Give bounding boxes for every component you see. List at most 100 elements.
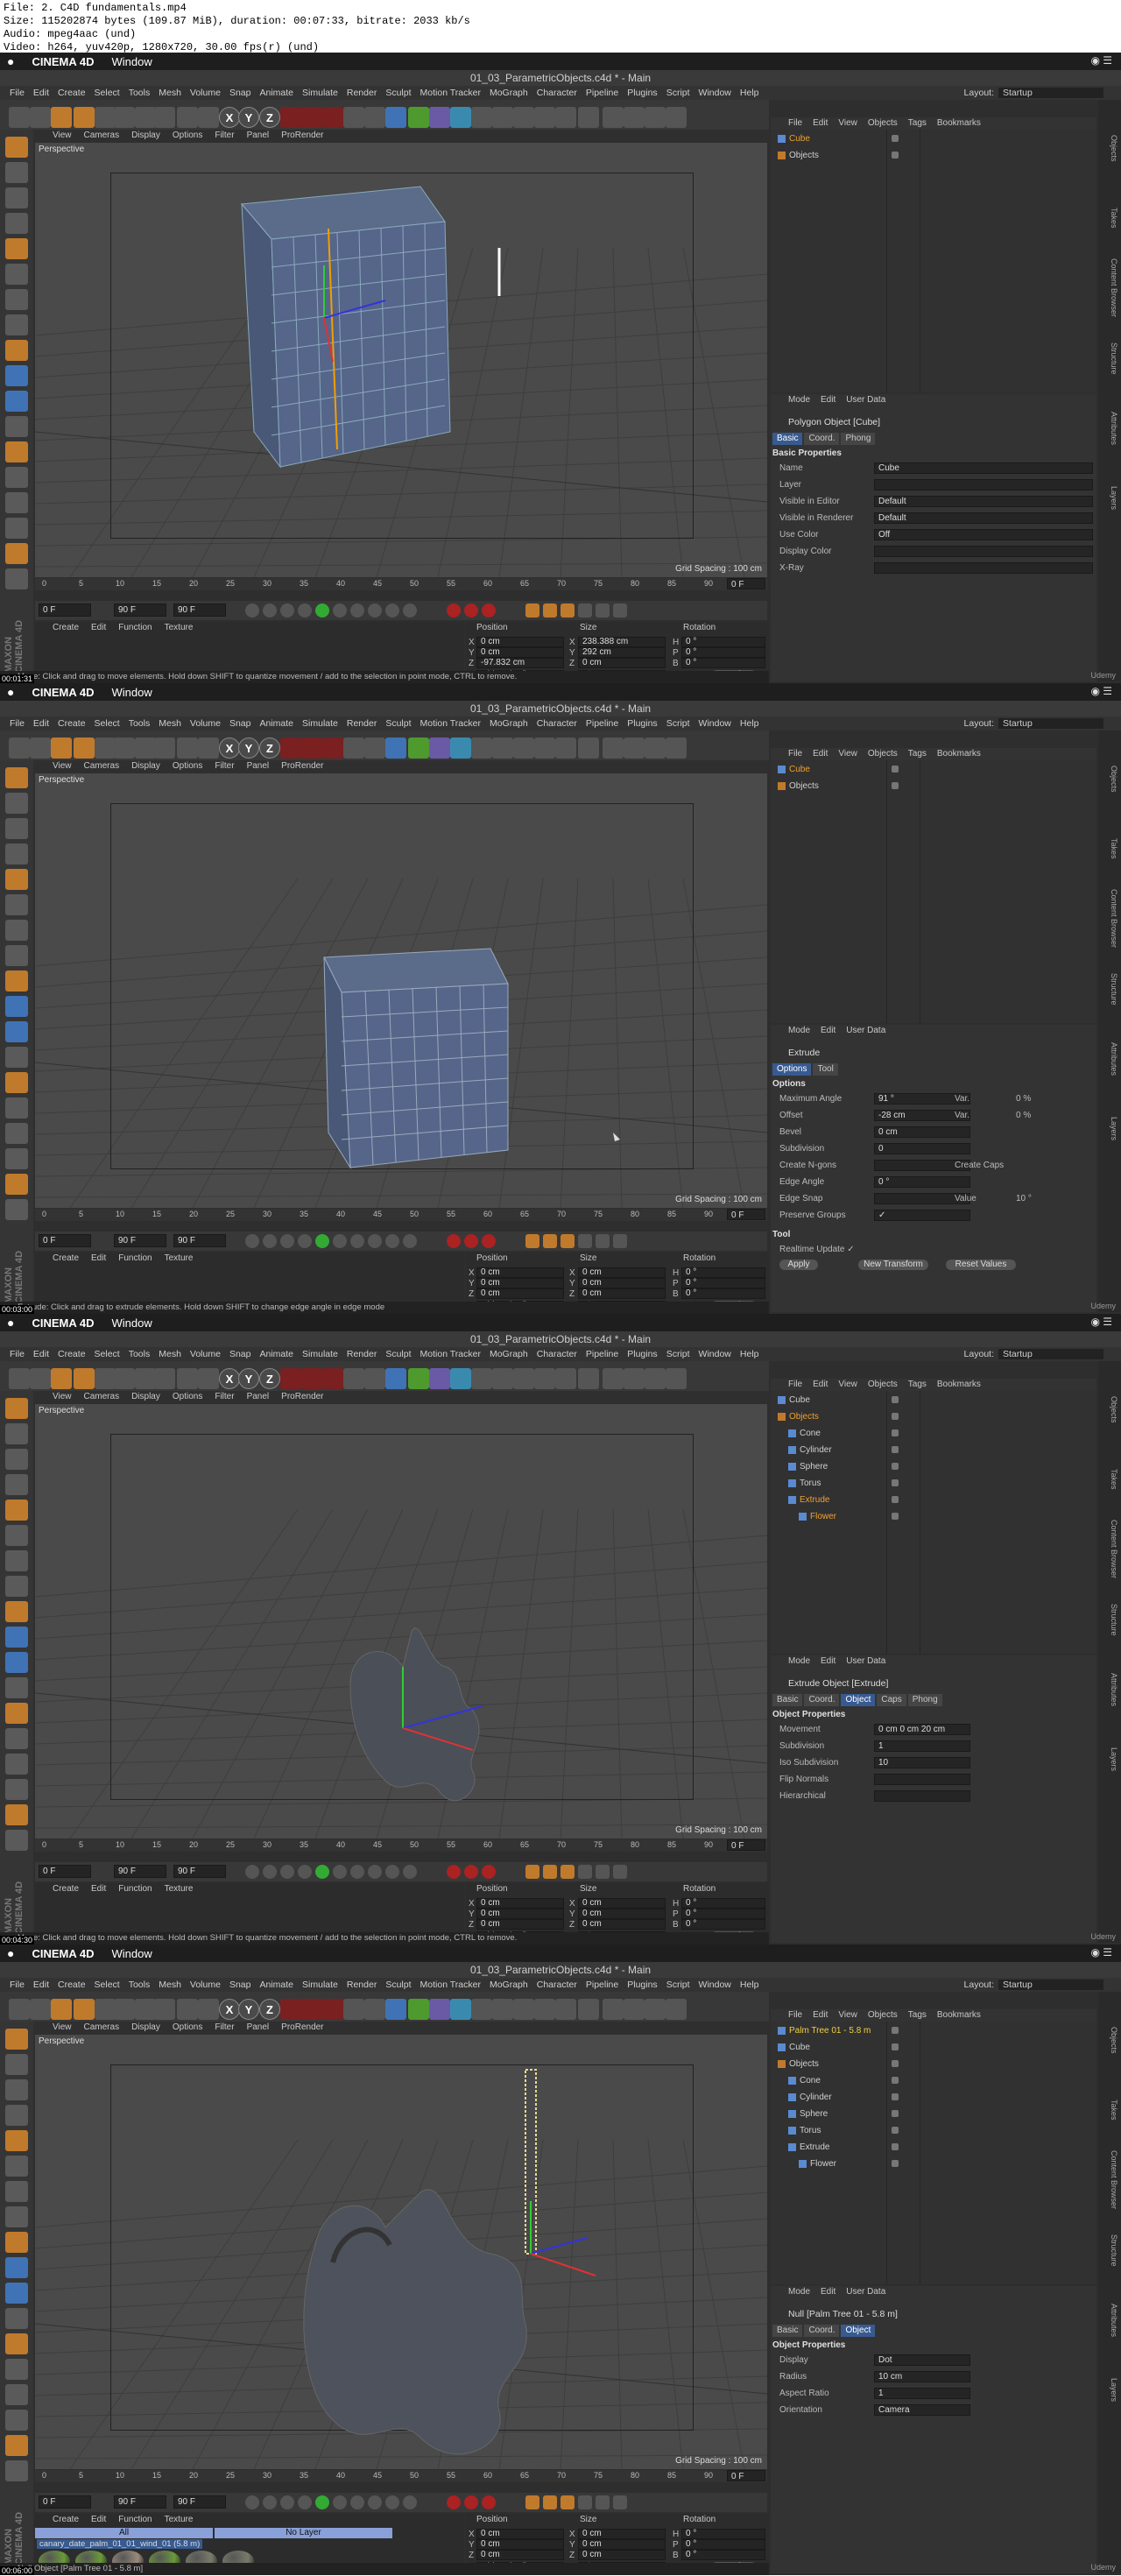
side-tab-layers[interactable]: Layers	[1101, 2360, 1118, 2421]
axis-z-lock-icon[interactable]: Z	[259, 107, 280, 128]
object-row-cylinder[interactable]: Cylinder	[788, 2092, 832, 2103]
object-row-flower[interactable]: Flower	[799, 2158, 836, 2170]
om-menu-file[interactable]: File	[788, 1379, 802, 1391]
layout-dropdown[interactable]: Startup	[998, 718, 1103, 729]
am-menu-mode[interactable]: Mode	[788, 1655, 810, 1668]
menu-volume[interactable]: Volume	[186, 718, 225, 729]
toolbar-tool-icon[interactable]	[450, 107, 471, 128]
om-menu-edit[interactable]: Edit	[813, 117, 828, 130]
toolbar-tool-icon[interactable]	[198, 1368, 219, 1389]
attribute-value-field[interactable]: Off	[874, 529, 1093, 540]
left-tool-icon[interactable]	[5, 1148, 28, 1169]
viewport-menu-cameras[interactable]: Cameras	[84, 2022, 120, 2034]
toolbar-tool-icon[interactable]	[154, 1999, 175, 2020]
menu-sculpt[interactable]: Sculpt	[381, 718, 415, 729]
visibility-dots-icon[interactable]	[892, 2127, 899, 2134]
left-tool-icon[interactable]	[5, 1449, 28, 1470]
end-frame-field[interactable]: 90 F	[114, 2495, 166, 2509]
toolbar-tool-icon[interactable]	[624, 738, 645, 759]
left-tool-icon[interactable]	[5, 1830, 28, 1851]
material-menu-create[interactable]: Create	[53, 2514, 79, 2526]
menu-create[interactable]: Create	[53, 1980, 90, 1990]
attribute-value-field[interactable]	[874, 562, 1093, 574]
axis-z-lock-icon[interactable]: Z	[259, 1999, 280, 2020]
attribute-value-field[interactable]: Default	[874, 496, 1093, 507]
left-tool-icon[interactable]	[5, 920, 28, 941]
playback-button-icon[interactable]	[403, 1865, 417, 1879]
toolbar-tool-icon[interactable]	[492, 1999, 513, 2020]
toolbar-tool-icon[interactable]	[154, 738, 175, 759]
side-tab-layers[interactable]: Layers	[1101, 468, 1118, 529]
toolbar-tool-icon[interactable]	[343, 738, 364, 759]
side-tab-objects[interactable]: Objects	[1101, 748, 1118, 809]
left-tool-icon[interactable]	[5, 238, 28, 259]
toolbar-tool-icon[interactable]	[603, 738, 624, 759]
toolbar-tool-icon[interactable]	[301, 738, 322, 759]
viewport-menu-panel[interactable]: Panel	[247, 130, 270, 142]
current-frame-field[interactable]: 0 F	[727, 578, 765, 589]
viewport-menu-filter[interactable]: Filter	[215, 760, 234, 773]
realtime-update-toggle[interactable]: Realtime Update ✓	[779, 1244, 855, 1256]
toolbar-tool-icon[interactable]	[301, 1999, 322, 2020]
layout-dropdown[interactable]: Startup	[998, 1980, 1103, 1990]
left-tool-icon[interactable]	[5, 137, 28, 158]
menu-plugins[interactable]: Plugins	[623, 88, 661, 98]
timeline-ruler[interactable]: 0 5 10 15 20 25 30 35 40 45 50 55 60 65 70 75 80 85 90 0 F	[35, 1209, 767, 1221]
position-z-field[interactable]: 0 cm	[476, 1288, 564, 1299]
key-mode-icon[interactable]	[596, 2495, 610, 2509]
menu-simulate[interactable]: Simulate	[298, 1980, 342, 1990]
position-y-field[interactable]: 0 cm	[476, 2539, 564, 2550]
menu-simulate[interactable]: Simulate	[298, 1349, 342, 1359]
playback-button-icon[interactable]	[333, 603, 347, 618]
playback-button-icon[interactable]	[333, 2495, 347, 2509]
left-tool-icon[interactable]	[5, 289, 28, 310]
left-tool-icon[interactable]	[5, 767, 28, 788]
menu-pipeline[interactable]: Pipeline	[582, 1980, 623, 1990]
left-tool-icon[interactable]	[5, 340, 28, 361]
viewport-menu-display[interactable]: Display	[131, 760, 160, 773]
menu-animate[interactable]: Animate	[255, 1349, 298, 1359]
size-z-field[interactable]: 0 cm	[578, 1919, 666, 1930]
left-tool-icon[interactable]	[5, 518, 28, 539]
menu-help[interactable]: Help	[736, 1349, 764, 1359]
menu-create[interactable]: Create	[53, 1349, 90, 1359]
playback-button-icon[interactable]	[403, 1234, 417, 1248]
toolbar-tool-icon[interactable]	[198, 738, 219, 759]
left-tool-icon[interactable]	[5, 1627, 28, 1648]
left-tool-icon[interactable]	[5, 568, 28, 589]
side-tab-attributes[interactable]: Attributes	[1101, 1659, 1118, 1720]
material-menu-function[interactable]: Function	[118, 622, 152, 634]
viewport-menu-panel[interactable]: Panel	[247, 2022, 270, 2034]
om-menu-tags[interactable]: Tags	[908, 748, 927, 760]
menu-pipeline[interactable]: Pipeline	[582, 718, 623, 729]
om-menu-view[interactable]: View	[838, 2009, 857, 2022]
viewport-menu-view[interactable]: View	[53, 760, 72, 773]
toolbar-tool-icon[interactable]	[578, 1999, 599, 2020]
material-tab-all[interactable]: All	[35, 2528, 213, 2538]
attribute-value-field[interactable]: Dot	[874, 2354, 970, 2366]
rotation-b-field[interactable]: 0 °	[681, 1288, 765, 1299]
playback-button-icon[interactable]	[350, 1234, 364, 1248]
visibility-dots-icon[interactable]	[892, 2110, 899, 2117]
material-menu-edit[interactable]: Edit	[91, 1253, 106, 1265]
left-tool-icon[interactable]	[5, 492, 28, 513]
menu-script[interactable]: Script	[662, 1980, 694, 1990]
rotation-b-field[interactable]: 0 °	[681, 2550, 765, 2560]
max-frame-field[interactable]: 90 F	[173, 1865, 226, 1878]
toolbar-tool-icon[interactable]	[645, 107, 666, 128]
left-tool-icon[interactable]	[5, 894, 28, 915]
toolbar-tool-icon[interactable]	[135, 107, 156, 128]
toolbar-tool-icon[interactable]	[471, 1999, 492, 2020]
app-menu[interactable]: CINEMA 4D	[32, 686, 94, 699]
playback-button-icon[interactable]	[385, 2495, 399, 2509]
attribute-value-field[interactable]: 0 °	[874, 1176, 970, 1188]
key-mode-icon[interactable]	[560, 603, 575, 618]
key-mode-icon[interactable]	[613, 1865, 627, 1879]
menu-simulate[interactable]: Simulate	[298, 88, 342, 98]
side-tab-content-browser[interactable]: Content Browser	[1101, 258, 1118, 319]
left-tool-icon[interactable]	[5, 1474, 28, 1495]
record-key-icon[interactable]	[482, 1865, 496, 1879]
key-mode-icon[interactable]	[596, 1234, 610, 1248]
toolbar-tool-icon[interactable]	[30, 107, 51, 128]
om-menu-file[interactable]: File	[788, 117, 802, 130]
